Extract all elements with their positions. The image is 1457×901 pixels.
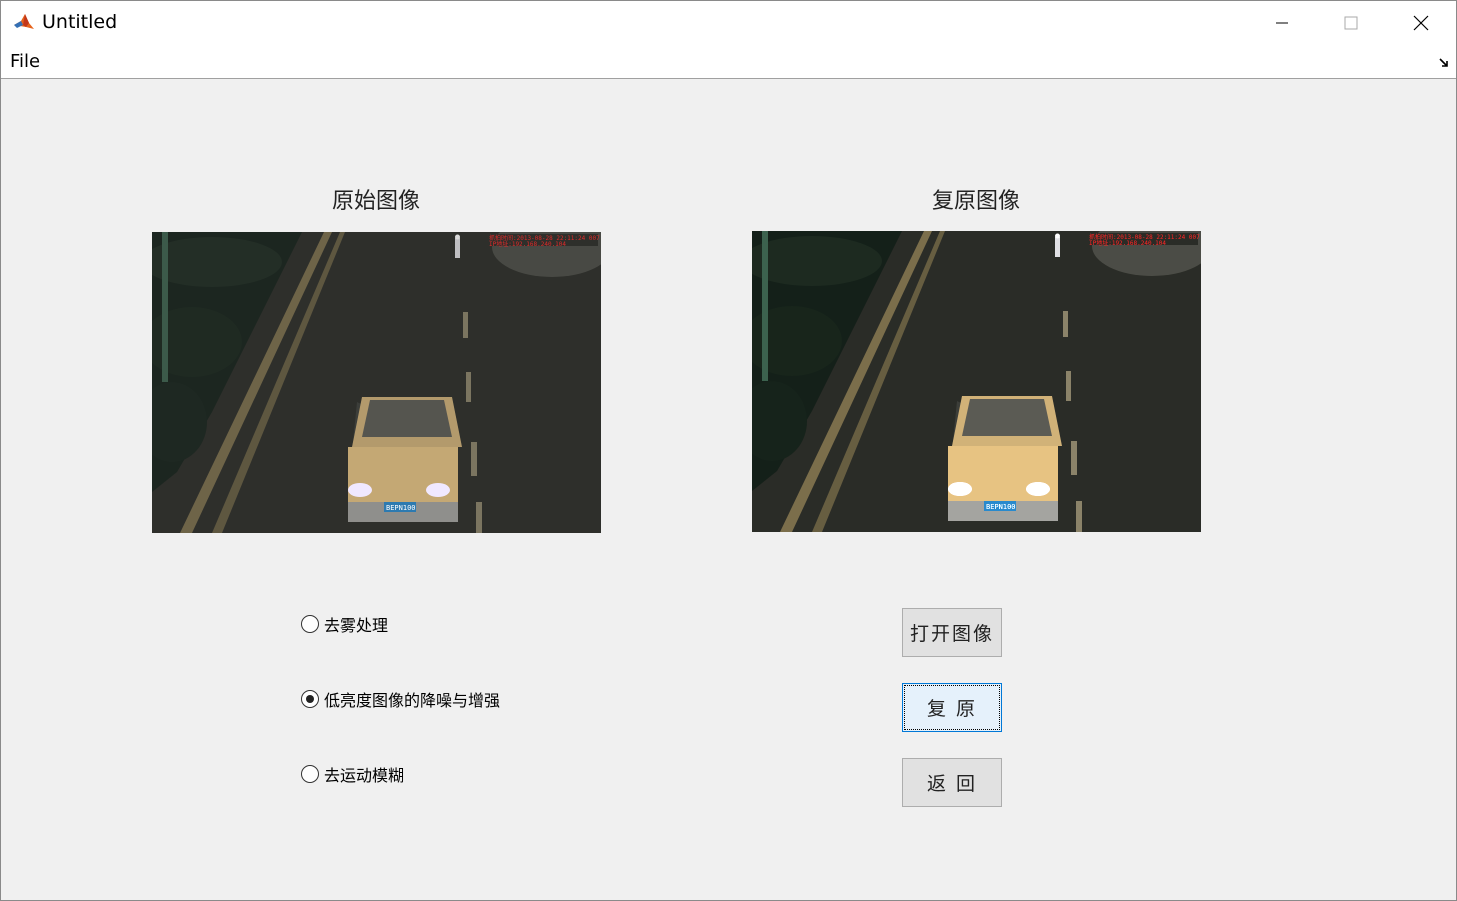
menu-bar: File xyxy=(1,45,1456,79)
window-title: Untitled xyxy=(42,11,118,33)
app-window: Untitled File 原始图像 复原图像 抓拍时间:2013-08-28 … xyxy=(0,0,1457,901)
menu-file[interactable]: File xyxy=(10,51,40,72)
restored-image: 抓拍时间:2013-08-28 22:11:24 007 IP地址:192.16… xyxy=(752,231,1201,532)
plate-text-restored: BEPN100 xyxy=(986,503,1016,511)
night-road-photo-restored: 抓拍时间:2013-08-28 22:11:24 007 IP地址:192.16… xyxy=(752,231,1201,532)
radio-circle[interactable] xyxy=(301,765,319,783)
plate-text: BEPN100 xyxy=(386,504,416,512)
close-icon xyxy=(1413,15,1429,31)
radio-deblur[interactable]: 去运动模糊 xyxy=(301,762,404,786)
radio-low-light-enhance[interactable]: 低亮度图像的降噪与增强 xyxy=(301,687,500,711)
undock-arrow-icon[interactable] xyxy=(1438,57,1450,69)
radio-low-light-enhance-label: 低亮度图像的降噪与增强 xyxy=(324,691,501,710)
original-image-title: 原始图像 xyxy=(331,189,420,214)
radio-circle[interactable] xyxy=(301,615,319,633)
restored-image-title: 复原图像 xyxy=(931,189,1020,214)
maximize-icon xyxy=(1344,16,1358,30)
restore-button[interactable]: 复 原 xyxy=(902,683,1002,732)
close-button[interactable] xyxy=(1386,1,1456,45)
original-image: 抓拍时间:2013-08-28 22:11:24 007 IP地址:192.16… xyxy=(152,232,601,533)
radio-circle-checked[interactable] xyxy=(301,690,319,708)
svg-text:IP地址:192.168.240.104: IP地址:192.168.240.104 xyxy=(1089,239,1166,247)
maximize-button[interactable] xyxy=(1316,1,1386,45)
back-button[interactable]: 返 回 xyxy=(902,758,1002,807)
minimize-button[interactable] xyxy=(1247,1,1317,45)
svg-text:IP地址:192.168.240.104: IP地址:192.168.240.104 xyxy=(489,240,566,248)
radio-deblur-label: 去运动模糊 xyxy=(324,766,405,785)
radio-dehaze-label: 去雾处理 xyxy=(324,616,389,635)
night-road-photo: 抓拍时间:2013-08-28 22:11:24 007 IP地址:192.16… xyxy=(152,232,601,533)
matlab-logo-icon xyxy=(13,11,35,33)
radio-dehaze[interactable]: 去雾处理 xyxy=(301,612,388,636)
title-bar[interactable]: Untitled xyxy=(1,1,1456,45)
open-image-button[interactable]: 打开图像 xyxy=(902,608,1002,657)
minimize-icon xyxy=(1276,22,1288,24)
